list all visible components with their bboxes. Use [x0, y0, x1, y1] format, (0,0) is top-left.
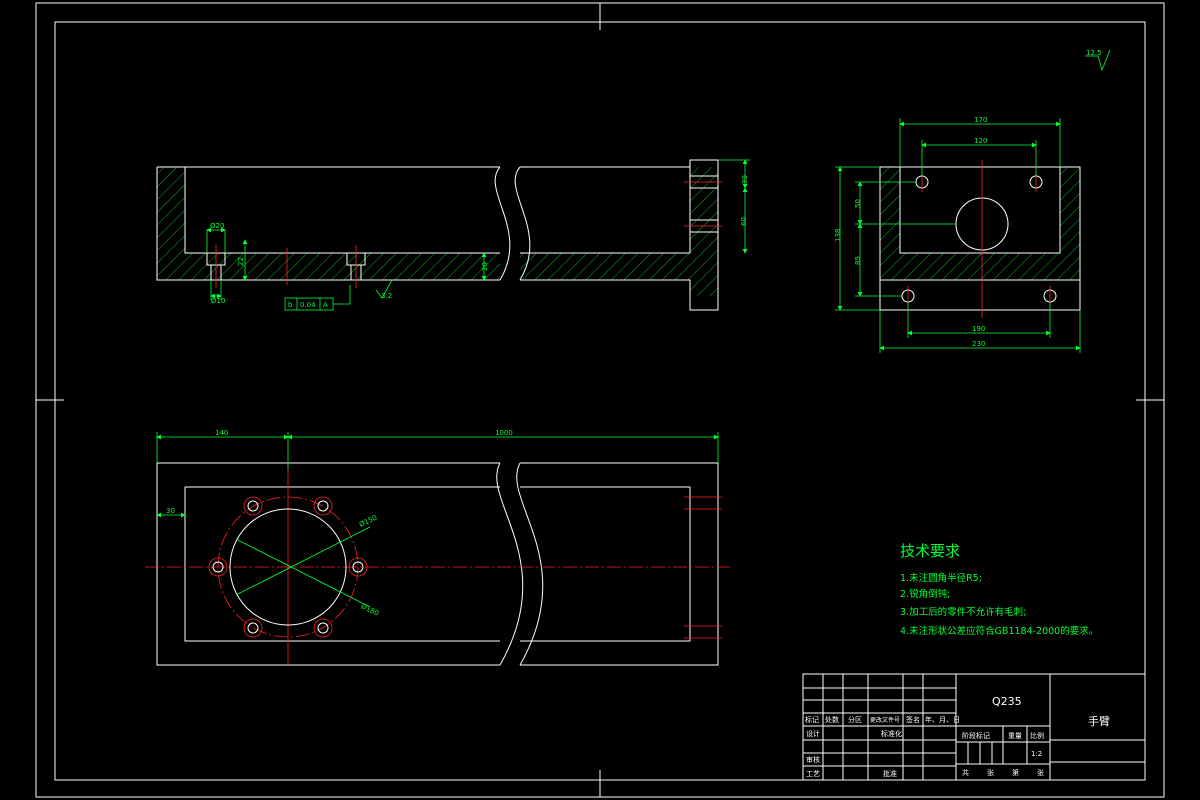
design-label: 设计: [806, 729, 820, 738]
approve-label: 批准: [883, 769, 897, 778]
dim-right-2: 60: [740, 217, 748, 226]
dim-wall: 20: [481, 262, 489, 271]
sheet-label-2: 张: [987, 768, 994, 777]
notes-heading: 技术要求: [900, 542, 960, 560]
dim-bottom-total: 230: [972, 340, 985, 348]
dim-bottom-inner: 190: [972, 325, 985, 333]
process-label: 工艺: [806, 770, 820, 778]
header-label-3: 分区: [848, 715, 862, 724]
standardize-label: 标准化: [881, 729, 902, 738]
note-3: 3.加工后的零件不允许有毛刺;: [900, 606, 1026, 618]
side-hatch-bottom: [880, 253, 1080, 280]
roughness-front-label: 3.2: [381, 292, 392, 300]
part-name: 手臂: [1088, 714, 1110, 728]
sheet-border: [35, 2, 1165, 798]
dim-lower: 85: [854, 256, 862, 265]
weight-label: 重量: [1008, 732, 1022, 740]
dim-inner: 120: [974, 137, 987, 145]
sheet-label-4: 张: [1037, 768, 1044, 777]
dim-total: 1000: [495, 429, 513, 437]
material: Q235: [992, 695, 1022, 708]
dim-right-1: 30: [741, 175, 749, 184]
engineering-drawing: 12.5 Ø20 Ø10 22 30 60 20 b 0.04 A 3.2 17…: [35, 2, 1165, 798]
roughness-symbol-corner: 12.5: [1085, 49, 1111, 72]
tolerance-ref: A: [323, 301, 328, 309]
dim-left: 140: [215, 429, 228, 437]
side-hatch-left: [880, 167, 900, 253]
header-label-2: 处数: [825, 715, 839, 724]
dim-top: 170: [974, 116, 987, 124]
dim-depth: 22: [237, 257, 245, 266]
scale-value: 1:2: [1031, 750, 1042, 758]
note-1: 1.未注圆角半径R5;: [900, 572, 982, 584]
side-view: 170 120 190 230 138 50 85: [834, 116, 1081, 353]
dim-dia-1: Ø150: [358, 514, 378, 529]
note-2: 2.锐角倒钝;: [900, 588, 950, 600]
dim-hole-w: Ø20: [210, 222, 224, 230]
sheet-label-1: 共: [962, 768, 969, 777]
header-label-6: 年、月、日: [925, 715, 960, 724]
tolerance-frame: b 0.04 A: [284, 285, 351, 311]
title-block: Q235 手臂 标记 处数 分区 更改文件号 签名 年、月、日 设计 标准化 审…: [802, 673, 1146, 781]
tolerance-datum: b: [288, 301, 293, 309]
side-hatch-right: [1060, 167, 1080, 253]
plan-view: Ø150 Ø180 140 1000 30: [145, 429, 730, 666]
technical-notes: 技术要求 1.未注圆角半径R5; 2.锐角倒钝; 3.加工后的零件不允许有毛刺;…: [900, 542, 1098, 637]
sheet-label-3: 第: [1012, 768, 1019, 777]
header-label-4: 更改文件号: [870, 716, 900, 724]
header-label-5: 签名: [906, 715, 920, 724]
stage-label: 阶段标记: [962, 731, 990, 740]
roughness-symbol-front: 3.2: [375, 279, 393, 300]
review-label: 审核: [806, 755, 820, 764]
tolerance-value: 0.04: [300, 301, 316, 309]
front-right-hatch: [520, 167, 718, 296]
dim-offset: 30: [166, 507, 175, 515]
scale-label: 比例: [1030, 731, 1044, 740]
dim-upper: 50: [854, 199, 862, 208]
header-label-1: 标记: [805, 715, 819, 724]
roughness-corner-label: 12.5: [1086, 49, 1102, 57]
front-view: Ø20 Ø10 22 30 60 20 b 0.04 A 3.2: [156, 159, 750, 311]
dim-height: 138: [834, 229, 842, 242]
dim-hole-b: Ø10: [211, 297, 225, 305]
front-left-wall-hatch: [157, 167, 500, 280]
dim-dia-2: Ø180: [360, 602, 380, 617]
note-4: 4.未注形状公差应符合GB1184-2000的要求。: [900, 625, 1098, 637]
